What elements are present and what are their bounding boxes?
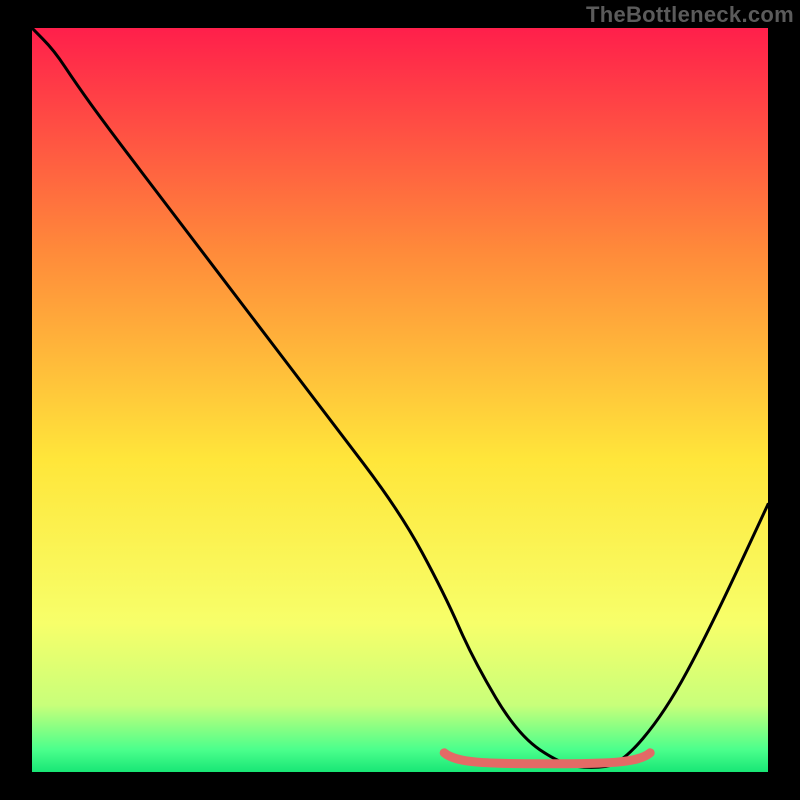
gradient-background [32, 28, 768, 772]
chart-svg [32, 28, 768, 772]
chart-frame: TheBottleneck.com [0, 0, 800, 800]
plot-area [32, 28, 768, 772]
watermark-text: TheBottleneck.com [586, 2, 794, 28]
